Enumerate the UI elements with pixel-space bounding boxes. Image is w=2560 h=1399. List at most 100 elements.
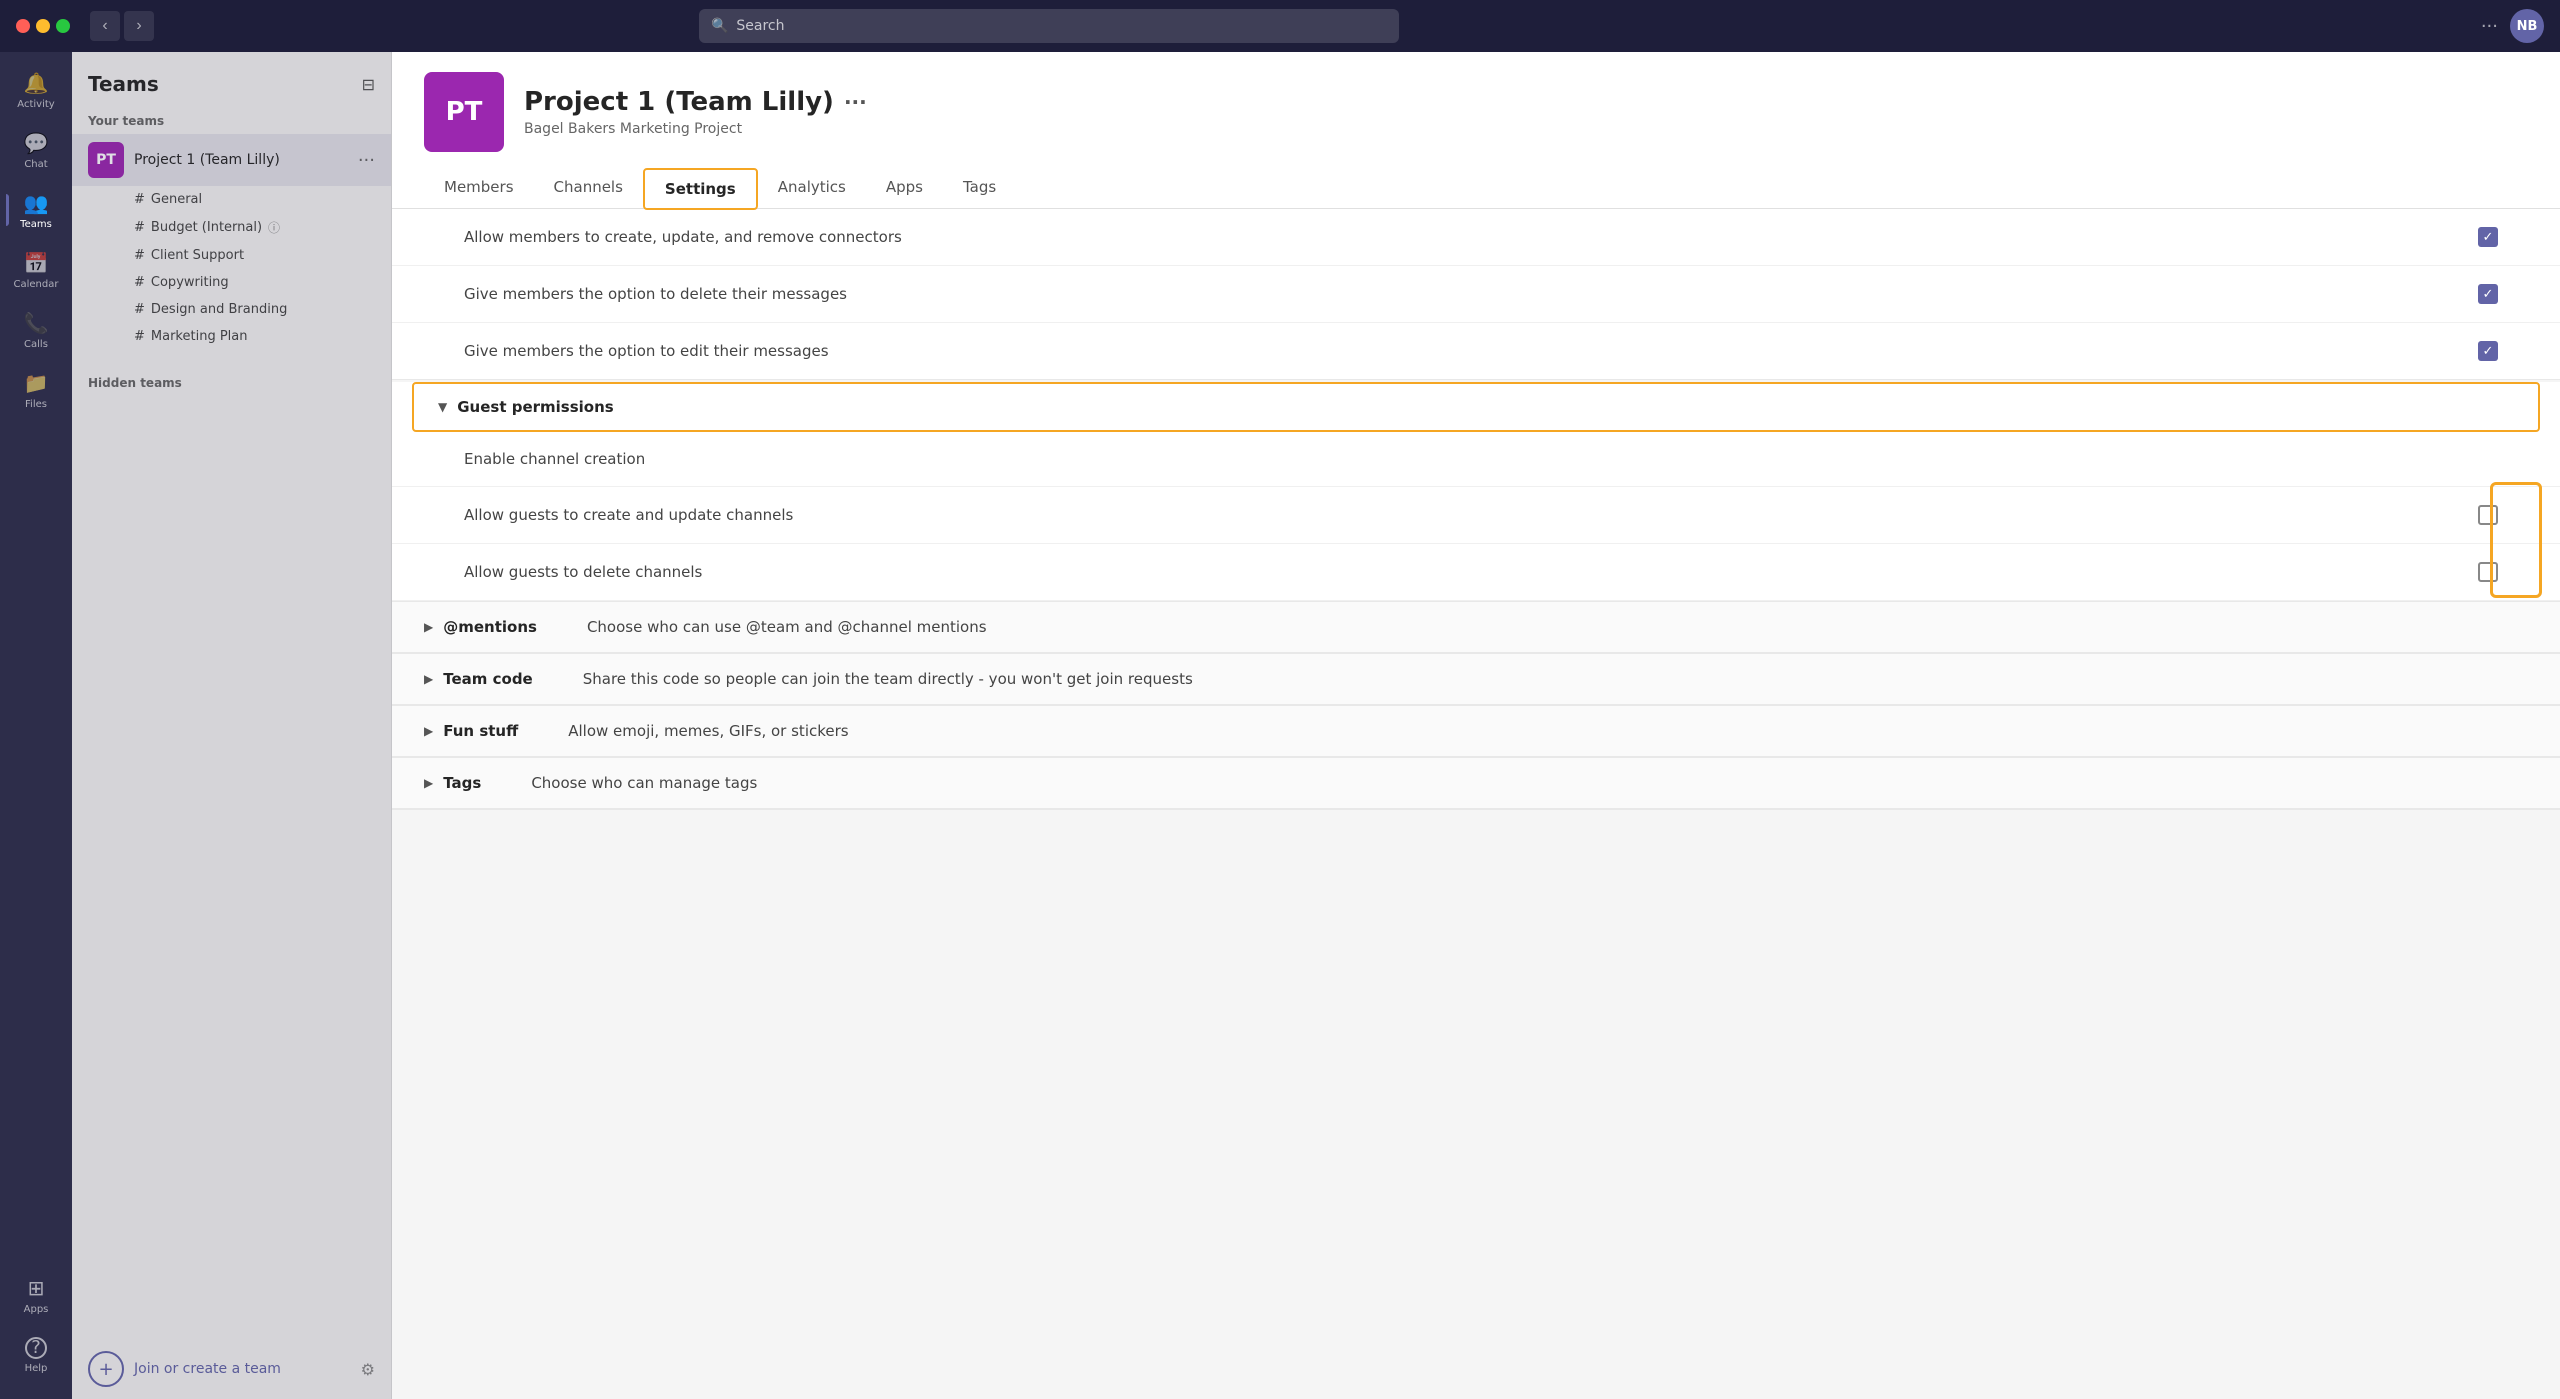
edit-messages-checkbox-col: ✓ xyxy=(2448,341,2528,361)
content-area: PT Project 1 (Team Lilly) ··· Bagel Bake… xyxy=(392,52,2560,1399)
channel-icon: # xyxy=(134,275,145,290)
mentions-section: ▶ @mentions Choose who can use @team and… xyxy=(392,602,2560,654)
your-teams-label: Your teams xyxy=(72,108,391,134)
guest-permissions-header[interactable]: ▼ Guest permissions xyxy=(412,382,2540,432)
channel-list: # General # Budget (Internal) ⓘ # Client… xyxy=(72,186,391,350)
icon-sidebar: 🔔 Activity 💬 Chat 👥 Teams 📅 Calendar 📞 C… xyxy=(0,52,72,1399)
fun-stuff-desc: Allow emoji, memes, GIFs, or stickers xyxy=(528,722,2528,740)
info-icon: ⓘ xyxy=(268,219,280,236)
team-subtitle: Bagel Bakers Marketing Project xyxy=(524,121,867,137)
team-more-icon[interactable]: ··· xyxy=(358,150,375,171)
fun-stuff-title: Fun stuff xyxy=(443,722,518,740)
sidebar-item-files[interactable]: 📁 Files xyxy=(8,362,64,418)
tags-desc: Choose who can manage tags xyxy=(491,774,2528,792)
tab-channels[interactable]: Channels xyxy=(534,168,643,208)
channel-general[interactable]: # General xyxy=(134,186,391,213)
member-permissions-section: Allow members to create, update, and rem… xyxy=(392,209,2560,380)
tags-section: ▶ Tags Choose who can manage tags xyxy=(392,758,2560,810)
enable-channel-label: Enable channel creation xyxy=(424,450,2528,468)
channel-copywriting[interactable]: # Copywriting xyxy=(134,269,391,296)
guest-chevron-icon: ▼ xyxy=(438,400,447,414)
guest-enable-row: Enable channel creation xyxy=(392,432,2560,487)
tags-chevron-icon: ▶ xyxy=(424,776,433,790)
forward-button[interactable]: › xyxy=(124,11,154,41)
main-layout: 🔔 Activity 💬 Chat 👥 Teams 📅 Calendar 📞 C… xyxy=(0,52,2560,1399)
team-detail-title: Project 1 (Team Lilly) ··· xyxy=(524,87,867,117)
mentions-chevron-icon: ▶ xyxy=(424,620,433,634)
settings-icon[interactable]: ⚙ xyxy=(361,1360,375,1379)
search-placeholder: Search xyxy=(736,18,784,34)
join-create-team[interactable]: + Join or create a team ⚙ xyxy=(72,1339,391,1399)
mentions-header[interactable]: ▶ @mentions Choose who can use @team and… xyxy=(392,602,2560,653)
sidebar-bottom: ⊞ Apps ? Help xyxy=(8,1267,64,1399)
tab-settings[interactable]: Settings xyxy=(643,168,758,210)
files-icon: 📁 xyxy=(24,371,49,395)
sidebar-item-calls[interactable]: 📞 Calls xyxy=(8,302,64,358)
team-code-chevron-icon: ▶ xyxy=(424,672,433,686)
tab-tags[interactable]: Tags xyxy=(943,168,1016,208)
sidebar-item-help[interactable]: ? Help xyxy=(8,1327,64,1383)
sidebar-item-teams[interactable]: 👥 Teams xyxy=(8,182,64,238)
close-button[interactable] xyxy=(16,19,30,33)
chat-icon: 💬 xyxy=(24,131,49,155)
channel-client-support[interactable]: # Client Support xyxy=(134,242,391,269)
setting-row-delete-messages: Give members the option to delete their … xyxy=(392,266,2560,323)
guest-create-checkbox-wrapper xyxy=(2448,505,2528,525)
titlebar-right: ··· NB xyxy=(2481,9,2544,43)
fun-stuff-chevron-icon: ▶ xyxy=(424,724,433,738)
channel-icon: # xyxy=(134,302,145,317)
channel-icon: # xyxy=(134,329,145,344)
setting-row-connectors: Allow members to create, update, and rem… xyxy=(392,209,2560,266)
connectors-checkbox[interactable]: ✓ xyxy=(2478,227,2498,247)
team-header-bar: PT Project 1 (Team Lilly) ··· Bagel Bake… xyxy=(392,52,2560,209)
user-avatar[interactable]: NB xyxy=(2510,9,2544,43)
guest-create-channels-checkbox[interactable] xyxy=(2478,505,2498,525)
sidebar-item-activity[interactable]: 🔔 Activity xyxy=(8,62,64,118)
delete-messages-checkbox-col: ✓ xyxy=(2448,284,2528,304)
minimize-button[interactable] xyxy=(36,19,50,33)
more-menu[interactable]: ··· xyxy=(2481,16,2498,37)
sidebar-item-chat[interactable]: 💬 Chat xyxy=(8,122,64,178)
team-code-header[interactable]: ▶ Team code Share this code so people ca… xyxy=(392,654,2560,705)
channel-budget[interactable]: # Budget (Internal) ⓘ xyxy=(134,213,391,242)
guest-permissions-section: ▼ Guest permissions Enable channel creat… xyxy=(392,382,2560,602)
tabs-bar: Members Channels Settings Analytics Apps… xyxy=(424,168,2528,208)
tags-title: Tags xyxy=(443,774,481,792)
team-logo: PT xyxy=(424,72,504,152)
delete-messages-label: Give members the option to delete their … xyxy=(424,285,2424,303)
join-label: Join or create a team xyxy=(134,1361,281,1377)
tab-members[interactable]: Members xyxy=(424,168,534,208)
guest-delete-channels-checkbox[interactable] xyxy=(2478,562,2498,582)
team-info: Project 1 (Team Lilly) ··· Bagel Bakers … xyxy=(524,87,867,137)
connectors-checkbox-col: ✓ xyxy=(2448,227,2528,247)
team-options-icon[interactable]: ··· xyxy=(844,90,867,114)
edit-messages-checkbox[interactable]: ✓ xyxy=(2478,341,2498,361)
delete-messages-checkbox[interactable]: ✓ xyxy=(2478,284,2498,304)
mentions-desc: Choose who can use @team and @channel me… xyxy=(547,618,2528,636)
channel-marketing[interactable]: # Marketing Plan xyxy=(134,323,391,350)
guest-delete-label: Allow guests to delete channels xyxy=(424,563,2448,581)
sidebar-item-apps[interactable]: ⊞ Apps xyxy=(8,1267,64,1323)
calendar-icon: 📅 xyxy=(24,251,49,275)
sidebar-item-calendar[interactable]: 📅 Calendar xyxy=(8,242,64,298)
settings-content: Allow members to create, update, and rem… xyxy=(392,209,2560,1399)
tab-apps[interactable]: Apps xyxy=(866,168,943,208)
back-button[interactable]: ‹ xyxy=(90,11,120,41)
team-item-project1[interactable]: PT Project 1 (Team Lilly) ··· xyxy=(72,134,391,186)
team-avatar: PT xyxy=(88,142,124,178)
team-code-section: ▶ Team code Share this code so people ca… xyxy=(392,654,2560,706)
maximize-button[interactable] xyxy=(56,19,70,33)
tags-header[interactable]: ▶ Tags Choose who can manage tags xyxy=(392,758,2560,809)
channel-design[interactable]: # Design and Branding xyxy=(134,296,391,323)
filter-icon[interactable]: ⊟ xyxy=(362,75,375,94)
search-bar[interactable]: 🔍 Search xyxy=(699,9,1399,43)
mentions-title: @mentions xyxy=(443,618,537,636)
guest-permissions-title: Guest permissions xyxy=(457,398,613,416)
edit-messages-label: Give members the option to edit their me… xyxy=(424,342,2424,360)
guest-create-row: Allow guests to create and update channe… xyxy=(392,487,2560,544)
fun-stuff-header[interactable]: ▶ Fun stuff Allow emoji, memes, GIFs, or… xyxy=(392,706,2560,757)
teams-panel-title: Teams xyxy=(88,72,159,96)
tab-analytics[interactable]: Analytics xyxy=(758,168,866,208)
nav-controls: ‹ › xyxy=(90,11,154,41)
teams-panel: Teams ⊟ Your teams PT Project 1 (Team Li… xyxy=(72,52,392,1399)
